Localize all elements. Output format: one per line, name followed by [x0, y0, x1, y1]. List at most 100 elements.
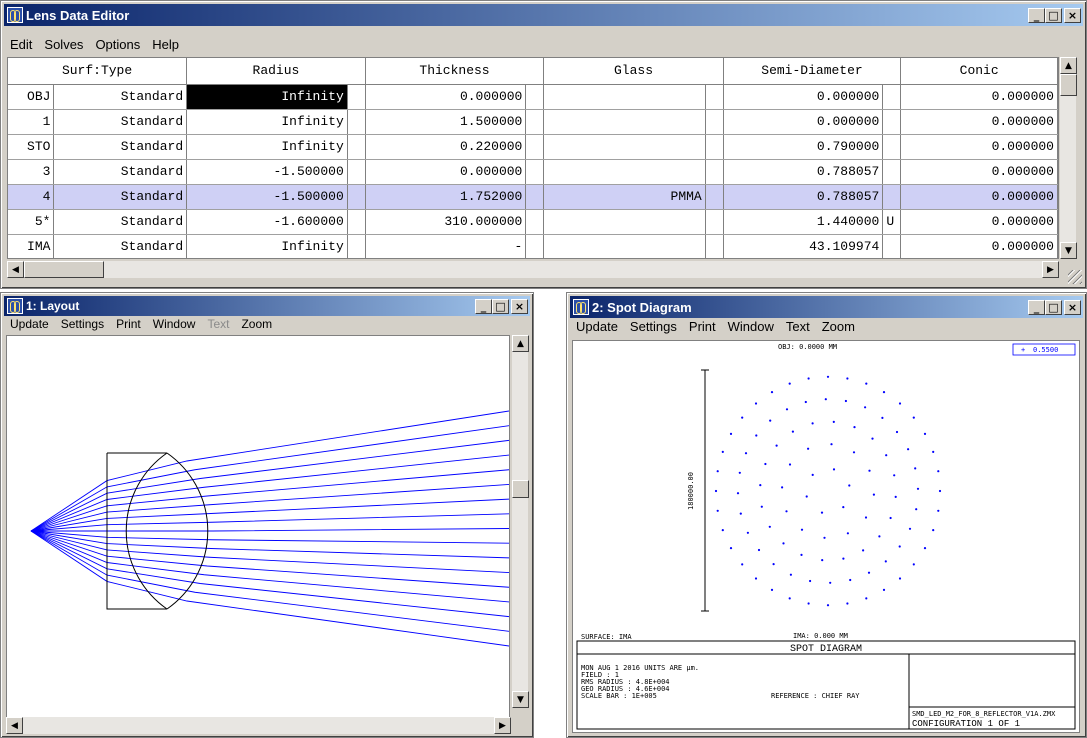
cell-radius-solve[interactable]: [347, 209, 366, 235]
cell-surf[interactable]: 1: [8, 109, 55, 135]
scroll-right-icon[interactable]: ▶: [1042, 261, 1059, 278]
scroll-left-icon[interactable]: ◀: [6, 717, 23, 734]
cell-conic[interactable]: 0.000000: [900, 84, 1058, 110]
cell-conic[interactable]: 0.000000: [900, 209, 1058, 235]
spot-canvas[interactable]: OBJ: 0.0000 MM + 0.5500 180000.00 IMA: 0…: [572, 340, 1080, 733]
table-row[interactable]: OBJ Standard Infinity 0.000000 0.000000 0.000…: [8, 84, 1058, 110]
scroll-right-icon[interactable]: ▶: [494, 717, 511, 734]
close-icon[interactable]: ×: [1064, 7, 1081, 23]
cell-thickness[interactable]: 1.752000: [365, 184, 527, 210]
menu-edit[interactable]: Edit: [4, 37, 38, 57]
lde-titlebar[interactable]: Lens Data Editor _ □ ×: [4, 4, 1083, 26]
cell-type[interactable]: Standard: [53, 184, 188, 210]
cell-glass[interactable]: [543, 84, 706, 110]
cell-semi-diameter[interactable]: 1.440000: [723, 209, 884, 235]
cell-thickness[interactable]: 0.220000: [365, 134, 527, 160]
menu-zoom[interactable]: Zoom: [235, 317, 278, 335]
cell-thickness[interactable]: 310.000000: [365, 209, 527, 235]
maximize-icon[interactable]: □: [1045, 299, 1062, 315]
cell-thickness-solve[interactable]: [525, 159, 545, 185]
hscroll-thumb[interactable]: [24, 261, 104, 278]
cell-radius[interactable]: -1.500000: [186, 159, 348, 185]
menu-options[interactable]: Options: [89, 37, 146, 57]
cell-semi-diameter[interactable]: 0.000000: [723, 109, 884, 135]
cell-surf[interactable]: 5*: [8, 209, 55, 235]
cell-type[interactable]: Standard: [53, 234, 188, 258]
scroll-down-icon[interactable]: ▼: [1060, 242, 1077, 259]
cell-semi-diameter-solve[interactable]: [882, 159, 902, 185]
cell-thickness-solve[interactable]: [525, 84, 545, 110]
spot-titlebar[interactable]: 2: Spot Diagram _ □ ×: [570, 296, 1083, 318]
cell-radius[interactable]: -1.600000: [186, 209, 348, 235]
cell-glass-solve[interactable]: [705, 184, 724, 210]
cell-radius-solve[interactable]: [347, 159, 366, 185]
cell-glass-solve[interactable]: [705, 209, 724, 235]
cell-conic[interactable]: 0.000000: [900, 234, 1058, 258]
cell-thickness[interactable]: 1.500000: [365, 109, 527, 135]
cell-semi-diameter-solve[interactable]: [882, 234, 902, 258]
minimize-icon[interactable]: _: [1028, 299, 1045, 315]
cell-type[interactable]: Standard: [53, 84, 188, 110]
menu-print[interactable]: Print: [683, 319, 722, 339]
cell-thickness-solve[interactable]: [525, 134, 545, 160]
cell-semi-diameter[interactable]: 0.788057: [723, 184, 884, 210]
resize-grip-icon[interactable]: [1068, 270, 1082, 284]
table-row[interactable]: 4 Standard -1.500000 1.752000 PMMA 0.788057 0.…: [8, 184, 1058, 210]
cell-conic[interactable]: 0.000000: [900, 184, 1058, 210]
cell-glass[interactable]: PMMA: [543, 184, 706, 210]
cell-radius-solve[interactable]: [347, 109, 366, 135]
menu-window[interactable]: Window: [147, 317, 202, 335]
menu-update[interactable]: Update: [570, 319, 624, 339]
cell-radius[interactable]: -1.500000: [186, 184, 348, 210]
cell-semi-diameter-solve[interactable]: [882, 184, 902, 210]
layout-horizontal-scrollbar[interactable]: ◀ ▶: [6, 717, 511, 734]
cell-radius-solve[interactable]: [347, 84, 366, 110]
cell-type[interactable]: Standard: [53, 134, 188, 160]
layout-titlebar[interactable]: 1: Layout _ □ ×: [4, 296, 530, 316]
close-icon[interactable]: ×: [1064, 299, 1081, 315]
table-row[interactable]: 3 Standard -1.500000 0.000000 0.788057 0.0000…: [8, 159, 1058, 185]
menu-help[interactable]: Help: [146, 37, 185, 57]
cell-conic[interactable]: 0.000000: [900, 134, 1058, 160]
scroll-thumb[interactable]: [512, 480, 529, 498]
cell-semi-diameter-solve[interactable]: U: [882, 209, 902, 235]
cell-glass-solve[interactable]: [705, 159, 724, 185]
cell-semi-diameter[interactable]: 0.000000: [723, 84, 884, 110]
cell-surf[interactable]: 4: [8, 184, 55, 210]
cell-glass[interactable]: [543, 109, 706, 135]
menu-solves[interactable]: Solves: [38, 37, 89, 57]
cell-thickness-solve[interactable]: [525, 209, 545, 235]
minimize-icon[interactable]: _: [475, 298, 492, 314]
cell-thickness-solve[interactable]: [525, 184, 545, 210]
cell-glass[interactable]: [543, 209, 706, 235]
cell-type[interactable]: Standard: [53, 209, 188, 235]
lde-horizontal-scrollbar[interactable]: ◀ ▶: [7, 261, 1059, 278]
layout-vertical-scrollbar[interactable]: ▲ ▼: [511, 335, 529, 708]
cell-surf[interactable]: STO: [8, 134, 55, 160]
cell-surf[interactable]: OBJ: [8, 84, 55, 110]
cell-conic[interactable]: 0.000000: [900, 109, 1058, 135]
table-row[interactable]: 1 Standard Infinity 1.500000 0.000000 0.00000…: [8, 109, 1058, 135]
table-row[interactable]: IMA Standard Infinity - 43.109974 0.000000: [8, 234, 1058, 258]
scroll-up-icon[interactable]: ▲: [512, 335, 529, 352]
cell-semi-diameter[interactable]: 43.109974: [723, 234, 884, 258]
cell-semi-diameter[interactable]: 0.790000: [723, 134, 884, 160]
cell-semi-diameter-solve[interactable]: [882, 134, 902, 160]
maximize-icon[interactable]: □: [1045, 7, 1062, 23]
menu-settings[interactable]: Settings: [624, 319, 683, 339]
cell-type[interactable]: Standard: [53, 109, 188, 135]
cell-thickness[interactable]: 0.000000: [365, 159, 527, 185]
cell-surf[interactable]: 3: [8, 159, 55, 185]
cell-glass-solve[interactable]: [705, 109, 724, 135]
cell-type[interactable]: Standard: [53, 159, 188, 185]
cell-radius[interactable]: Infinity: [186, 109, 348, 135]
cell-glass-solve[interactable]: [705, 134, 724, 160]
cell-glass[interactable]: [543, 159, 706, 185]
cell-thickness-solve[interactable]: [525, 109, 545, 135]
menu-update[interactable]: Update: [4, 317, 55, 335]
cell-radius[interactable]: Infinity: [186, 134, 348, 160]
cell-conic[interactable]: 0.000000: [900, 159, 1058, 185]
cell-glass[interactable]: [543, 234, 706, 258]
table-row[interactable]: 5* Standard -1.600000 310.000000 1.440000 U 0.…: [8, 209, 1058, 235]
lde-vertical-scrollbar[interactable]: ▲ ▼: [1059, 57, 1077, 259]
